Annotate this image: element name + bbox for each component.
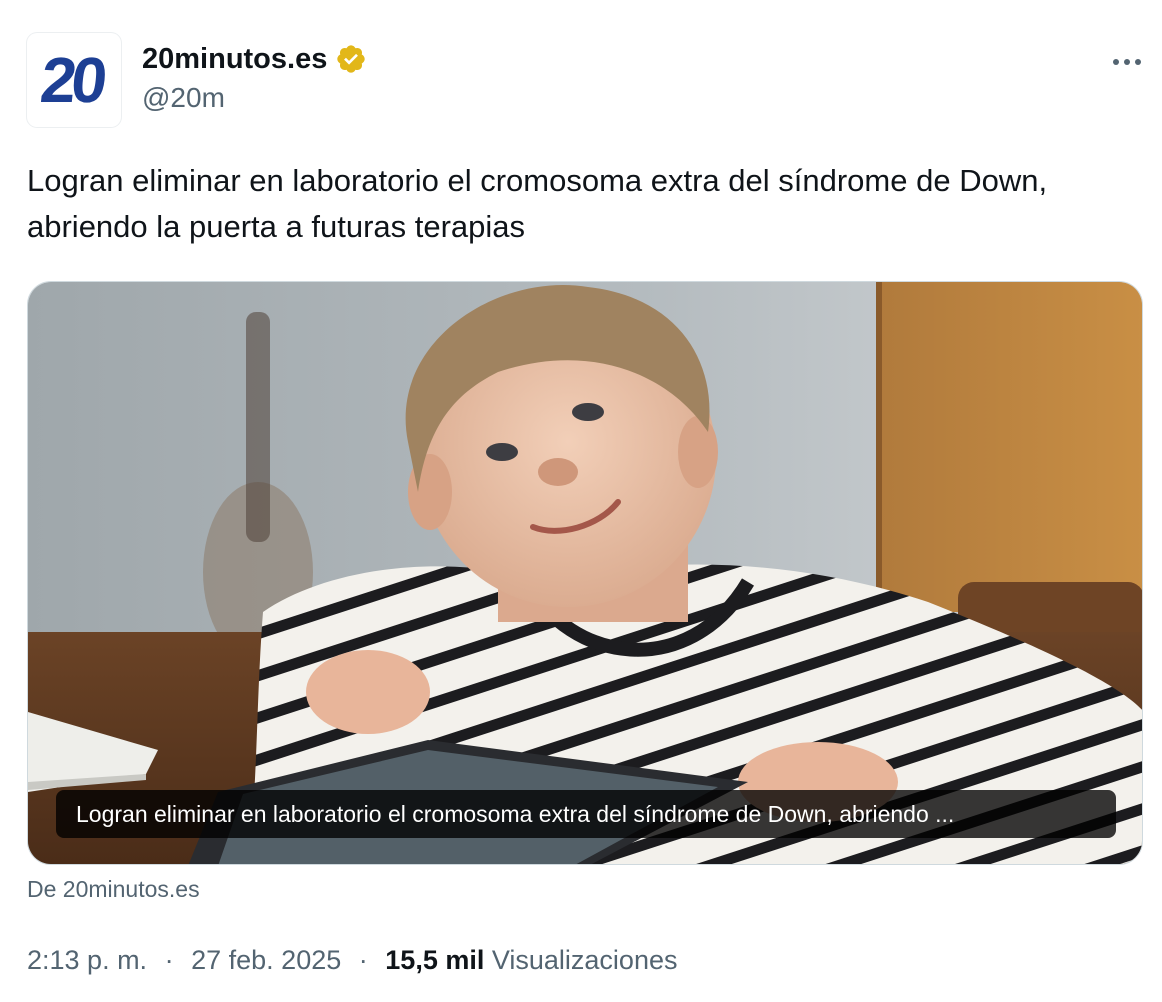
tweet-meta: 2:13 p. m. · 27 feb. 2025 · 15,5 mil Vis… bbox=[27, 945, 677, 976]
account-handle[interactable]: @20m bbox=[142, 82, 225, 114]
views-label: Visualizaciones bbox=[491, 945, 678, 975]
meta-separator: · bbox=[358, 945, 368, 975]
meta-separator: · bbox=[164, 945, 174, 975]
views-count: 15,5 mil bbox=[385, 945, 485, 975]
link-card[interactable]: Logran eliminar en laboratorio el cromos… bbox=[27, 281, 1143, 865]
author-name-row: 20minutos.es bbox=[142, 40, 367, 78]
verified-badge-icon[interactable] bbox=[335, 43, 367, 75]
card-caption: Logran eliminar en laboratorio el cromos… bbox=[56, 790, 1116, 838]
tweet-date[interactable]: 27 feb. 2025 bbox=[191, 945, 341, 975]
tweet-text: Logran eliminar en laboratorio el cromos… bbox=[27, 163, 1048, 244]
more-options-icon[interactable] bbox=[1104, 44, 1150, 80]
tweet-time[interactable]: 2:13 p. m. bbox=[27, 945, 147, 975]
card-photo bbox=[28, 282, 1142, 864]
avatar-logo-text: 20 bbox=[37, 44, 107, 116]
avatar[interactable]: 20 bbox=[27, 33, 121, 127]
card-source-link[interactable]: De 20minutos.es bbox=[27, 876, 200, 903]
display-name[interactable]: 20minutos.es bbox=[142, 43, 327, 76]
